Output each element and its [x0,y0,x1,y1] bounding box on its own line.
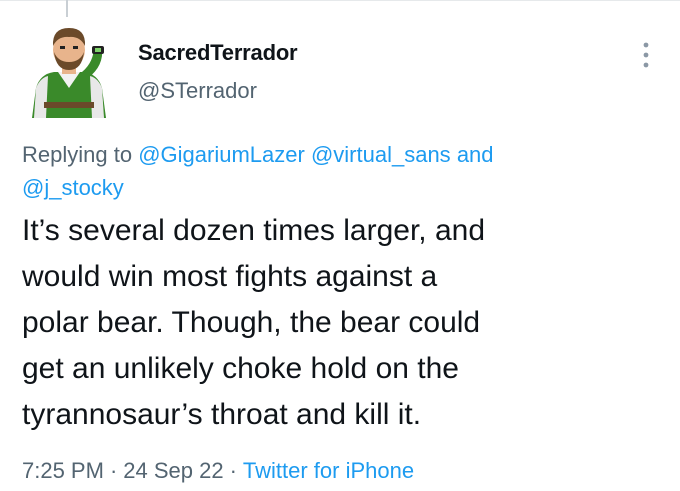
tweet-date[interactable]: 24 Sep 22 [123,458,223,483]
more-vertical-icon [643,42,649,68]
avatar[interactable] [18,16,120,118]
tweet-source[interactable]: Twitter for iPhone [243,458,414,483]
reply-prefix: Replying to [22,142,133,167]
display-name[interactable]: SacredTerrador [138,40,298,66]
tweet-metadata: 7:25 PM · 24 Sep 22 · Twitter for iPhone [22,458,414,484]
tweet-time[interactable]: 7:25 PM [22,458,104,483]
mention-link[interactable]: @virtual_sans [311,142,451,167]
more-options-button[interactable] [634,38,658,72]
separator-dot: · [109,458,118,483]
reply-context: Replying to @GigariumLazer @virtual_sans… [22,138,652,204]
user-handle[interactable]: @STerrador [138,78,257,104]
thread-connector-line [66,0,68,17]
mention-link[interactable]: @GigariumLazer [138,142,305,167]
mention-link[interactable]: @j_stocky [22,175,124,200]
separator-dot: · [229,458,237,483]
tweet-text: It’s several dozen times larger, and wou… [22,214,486,431]
cartoon-avatar-icon [32,28,106,118]
reply-conjunction[interactable]: and [457,142,494,167]
top-divider [0,0,680,1]
